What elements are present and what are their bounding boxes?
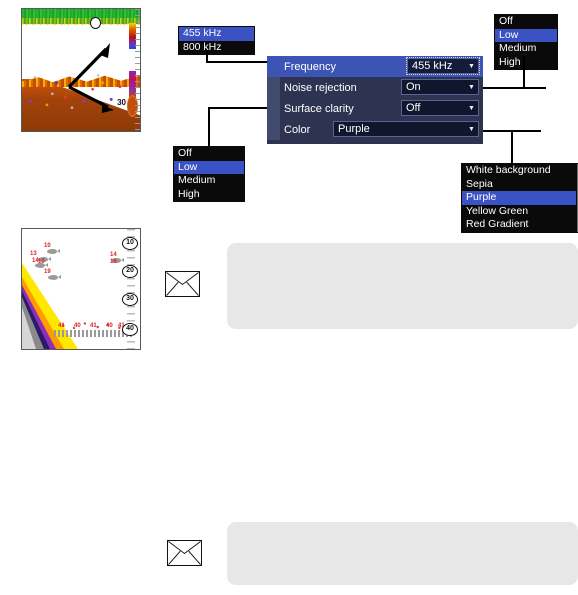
list-item[interactable]: Low [495,28,557,42]
list-item[interactable]: Red Gradient [462,218,577,232]
menu-row-gutter [267,98,280,119]
sonar-screenshot-bottom: 10 13 14 10 19 14 16 41 40 41 40 41 10 2… [21,228,141,350]
fish-depth-label: 16 [110,259,117,265]
connector-line [523,56,525,89]
surface-clarity-list[interactable]: Off Low Medium High [173,146,245,202]
color-dropdown[interactable]: Purple ▼ [333,121,479,137]
note-envelope-icon [167,540,202,566]
connector-line [511,130,513,165]
note-envelope-icon [165,271,200,297]
menu-label-surface-clarity: Surface clarity [284,102,354,115]
list-item[interactable]: Yellow Green [462,205,577,219]
menu-row-gutter [267,77,280,98]
note-box-upper [227,243,578,329]
fish-depth-label: 10 [38,259,45,265]
menu-row-noise-rejection[interactable]: Noise rejection On ▼ [267,77,483,98]
menu-row-gutter [267,56,280,77]
list-item[interactable]: Purple [462,191,577,205]
sonar-settings-menu: Frequency 455 kHz ▼ Noise rejection On ▼… [267,56,483,144]
menu-row-color[interactable]: Color Purple ▼ [267,119,483,140]
chevron-down-icon[interactable]: ▼ [465,84,478,91]
connector-line [208,107,210,146]
bottom-depth-label: 41 [90,323,97,329]
frequency-dropdown[interactable]: 455 kHz ▼ [406,57,480,75]
list-item[interactable]: High [174,188,244,202]
menu-label-frequency: Frequency [284,60,336,73]
surface-clarity-dropdown-value: Off [406,102,421,114]
fish-symbol [48,275,61,280]
noise-rejection-list[interactable]: Off Low Medium High [494,14,558,70]
bottom-depth-label: 41 [58,323,65,329]
chevron-down-icon[interactable]: ▼ [465,63,478,70]
depth-scale-mark: 20 [122,265,138,278]
list-item[interactable]: Low [174,160,244,174]
note-box-lower [227,522,578,585]
chevron-down-icon[interactable]: ▼ [465,105,478,112]
list-item[interactable]: High [495,56,557,70]
bottom-depth-label: 40 [74,323,81,329]
noise-rejection-dropdown[interactable]: On ▼ [401,79,479,95]
depth-scale-mark: 40 [122,323,138,336]
menu-row-frequency[interactable]: Frequency 455 kHz ▼ [267,56,483,77]
connector-line [206,61,269,63]
depth-scale-mark: 30 [122,293,138,306]
menu-label-color: Color [284,123,311,136]
fish-depth-label: 19 [44,269,51,275]
noise-rejection-dropdown-value: On [406,81,421,93]
color-list[interactable]: White background Sepia Purple Yellow Gre… [461,163,578,233]
callout-arrows [67,43,114,113]
menu-row-gutter [267,119,280,140]
depth-scale-mark: 10 [122,237,138,250]
list-item[interactable]: Medium [495,42,557,56]
fish-symbol [47,249,60,254]
list-item[interactable]: Sepia [462,178,577,192]
list-item[interactable]: 800 kHz [179,41,254,55]
list-item[interactable]: Off [495,15,557,29]
color-dropdown-value: Purple [338,123,370,135]
frequency-dropdown-value: 455 kHz [412,60,453,72]
connector-line [483,87,546,89]
fish-depth-label: 10 [44,243,51,249]
menu-row-surface-clarity[interactable]: Surface clarity Off ▼ [267,98,483,119]
list-item[interactable]: 455 kHz [179,27,254,41]
connector-line [208,107,270,109]
sonar-screenshot-top: 30 [21,8,141,132]
fish-depth-label: 13 [30,251,37,257]
frequency-list[interactable]: 455 kHz 800 kHz [178,26,255,55]
menu-label-noise-rejection: Noise rejection [284,81,357,94]
chevron-down-icon[interactable]: ▼ [465,126,478,133]
list-item[interactable]: Off [174,147,244,161]
list-item[interactable]: Medium [174,174,244,188]
bottom-depth-label: 40 [106,323,113,329]
fish-depth-label: 14 [110,252,117,258]
list-item[interactable]: White background [462,164,577,178]
surface-clarity-dropdown[interactable]: Off ▼ [401,100,479,116]
